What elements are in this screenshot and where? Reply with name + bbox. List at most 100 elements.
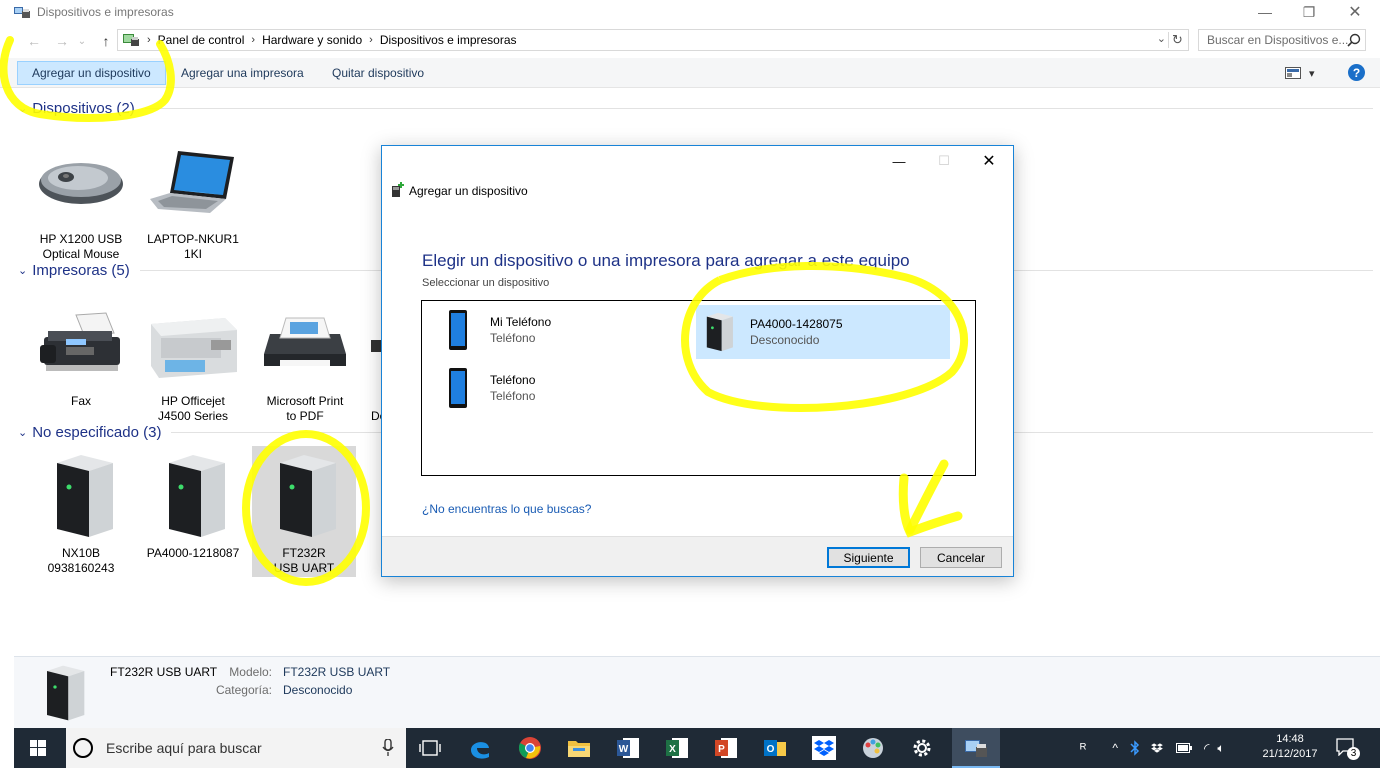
- outlook-icon[interactable]: O: [762, 736, 788, 760]
- action-center-button[interactable]: 3: [1336, 738, 1360, 760]
- svg-text:X: X: [669, 744, 676, 755]
- search-input[interactable]: Buscar en Dispositivos e...: [1198, 29, 1366, 51]
- device-list-item[interactable]: Teléfono Teléfono: [436, 361, 690, 415]
- chevron-down-icon[interactable]: ⌄: [18, 102, 27, 115]
- device-item[interactable]: HP Officejet J4500 Series: [141, 294, 245, 424]
- word-icon[interactable]: W: [615, 736, 641, 760]
- address-bar[interactable]: › Panel de control › Hardware y sonido ›…: [117, 29, 1189, 51]
- notification-count-badge: 3: [1347, 747, 1360, 760]
- chevron-down-icon[interactable]: ⌄: [18, 264, 27, 277]
- up-button[interactable]: ↑: [96, 31, 116, 51]
- device-item-selected[interactable]: FT232R USB UART: [252, 446, 356, 577]
- device-list[interactable]: Mi Teléfono Teléfono PA4000-1428075 Desc…: [421, 300, 976, 476]
- taskbar-search-input[interactable]: Escribe aquí para buscar: [66, 728, 406, 768]
- breadcrumb-devices-printers[interactable]: Dispositivos e impresoras: [380, 33, 517, 47]
- device-list-item-name: PA4000-1428075: [750, 317, 843, 331]
- next-button[interactable]: Siguiente: [827, 547, 910, 568]
- dropbox-icon[interactable]: [811, 736, 837, 760]
- forward-button[interactable]: →: [52, 31, 72, 51]
- cancel-button[interactable]: Cancelar: [920, 547, 1002, 568]
- breadcrumb-separator: ›: [147, 34, 151, 46]
- search-icon[interactable]: [1347, 33, 1361, 47]
- help-icon[interactable]: ?: [1348, 64, 1365, 81]
- device-item[interactable]: NX10B 0938160243: [29, 446, 133, 576]
- excel-icon[interactable]: X: [664, 736, 690, 760]
- settings-gear-icon[interactable]: [909, 736, 935, 760]
- dialog-title: Agregar un dispositivo: [409, 184, 528, 198]
- file-explorer-icon[interactable]: [566, 736, 592, 760]
- svg-text:P: P: [718, 744, 725, 755]
- printer-icon: [253, 294, 357, 394]
- volume-icon[interactable]: 🔈︎: [1217, 741, 1224, 756]
- svg-text:W: W: [619, 744, 629, 755]
- device-label: Fax: [70, 394, 91, 408]
- view-icon: [1285, 67, 1301, 79]
- paint-icon[interactable]: [860, 736, 886, 760]
- add-printer-button[interactable]: Agregar una impresora: [167, 61, 318, 85]
- device-item[interactable]: LAPTOP-NKUR11KI: [141, 132, 245, 262]
- dialog-minimize-button[interactable]: —: [877, 150, 921, 172]
- dropbox-tray-icon[interactable]: [1150, 742, 1164, 754]
- device-label: HP Officejet J4500 Series: [157, 394, 229, 423]
- show-hidden-icons-icon[interactable]: ^: [1112, 741, 1118, 755]
- task-view-icon[interactable]: [417, 736, 443, 760]
- cortana-icon[interactable]: [73, 738, 93, 758]
- add-device-button[interactable]: Agregar un dispositivo: [17, 61, 166, 85]
- device-item[interactable]: HP X1200 USB Optical Mouse: [29, 132, 133, 262]
- device-label: HP X1200 USB Optical Mouse: [39, 232, 123, 261]
- device-list-item-type: Teléfono: [490, 389, 536, 403]
- device-item[interactable]: De: [365, 294, 381, 424]
- remove-device-button[interactable]: Quitar dispositivo: [318, 61, 438, 85]
- device-label: LAPTOP-NKUR11KI: [147, 232, 239, 261]
- close-button[interactable]: ✕: [1332, 0, 1378, 24]
- device-item[interactable]: Fax: [29, 294, 133, 409]
- group-header-devices[interactable]: ⌄ Dispositivos (2): [18, 98, 1373, 118]
- dialog-close-button[interactable]: ✕: [967, 150, 1011, 172]
- not-found-link[interactable]: ¿No encuentras lo que buscas?: [422, 502, 591, 516]
- group-divider: [144, 107, 1373, 109]
- printer-icon: [365, 294, 381, 394]
- generic-device-icon: [696, 311, 740, 353]
- details-category-value: Desconocido: [283, 683, 353, 697]
- taskbar: Escribe aquí para buscar W X P O ᴿ ^ ◜ 🔈…: [14, 728, 1380, 768]
- bluetooth-icon[interactable]: [1130, 740, 1140, 756]
- view-dropdown-icon[interactable]: ▾: [1309, 67, 1315, 80]
- edge-icon[interactable]: [467, 736, 493, 760]
- breadcrumb-hardware-sound[interactable]: Hardware y sonido: [262, 33, 362, 47]
- device-list-item[interactable]: Mi Teléfono Teléfono: [436, 303, 690, 357]
- address-dropdown-icon[interactable]: ⌄: [1157, 32, 1166, 45]
- dialog-maximize-button: ☐: [938, 153, 950, 168]
- chevron-down-icon[interactable]: ⌄: [18, 426, 27, 439]
- change-view-button[interactable]: ▾: [1285, 64, 1325, 82]
- device-item[interactable]: PA4000-1218087: [141, 446, 245, 561]
- generic-device-icon: [252, 446, 356, 546]
- powerpoint-icon[interactable]: P: [713, 736, 739, 760]
- phone-icon: [436, 309, 480, 351]
- battery-icon[interactable]: [1175, 743, 1192, 753]
- microphone-icon[interactable]: [382, 739, 394, 757]
- generic-device-icon: [29, 446, 133, 546]
- wifi-icon[interactable]: ◜: [1204, 740, 1209, 757]
- clock[interactable]: 14:48 21/12/2017: [1258, 732, 1322, 762]
- restore-button[interactable]: ❐: [1286, 0, 1332, 24]
- device-list-item-name: Mi Teléfono: [490, 315, 552, 329]
- device-list-item-type: Desconocido: [750, 333, 820, 347]
- clock-date: 21/12/2017: [1262, 748, 1318, 760]
- minimize-button[interactable]: —: [1242, 0, 1288, 24]
- dialog-subheading: Seleccionar un dispositivo: [422, 277, 550, 289]
- recent-locations-button[interactable]: ⌄: [76, 31, 88, 51]
- devices-printers-taskbar-icon[interactable]: [963, 736, 989, 760]
- chrome-icon[interactable]: [517, 736, 543, 760]
- device-list-item-name: Teléfono: [490, 373, 536, 387]
- breadcrumb-control-panel[interactable]: Panel de control: [158, 33, 245, 47]
- breadcrumb-separator: ›: [251, 34, 256, 46]
- taskbar-search-placeholder: Escribe aquí para buscar: [106, 740, 262, 756]
- refresh-icon[interactable]: ↻: [1168, 32, 1186, 48]
- generic-device-icon: [141, 446, 245, 546]
- start-button[interactable]: [14, 728, 62, 768]
- details-model-value: FT232R USB UART: [283, 665, 391, 679]
- device-item[interactable]: Microsoft Print to PDF: [253, 294, 357, 424]
- people-icon[interactable]: ᴿ: [1080, 740, 1086, 756]
- device-list-item-selected[interactable]: PA4000-1428075 Desconocido: [696, 305, 950, 359]
- back-button[interactable]: ←: [24, 31, 44, 51]
